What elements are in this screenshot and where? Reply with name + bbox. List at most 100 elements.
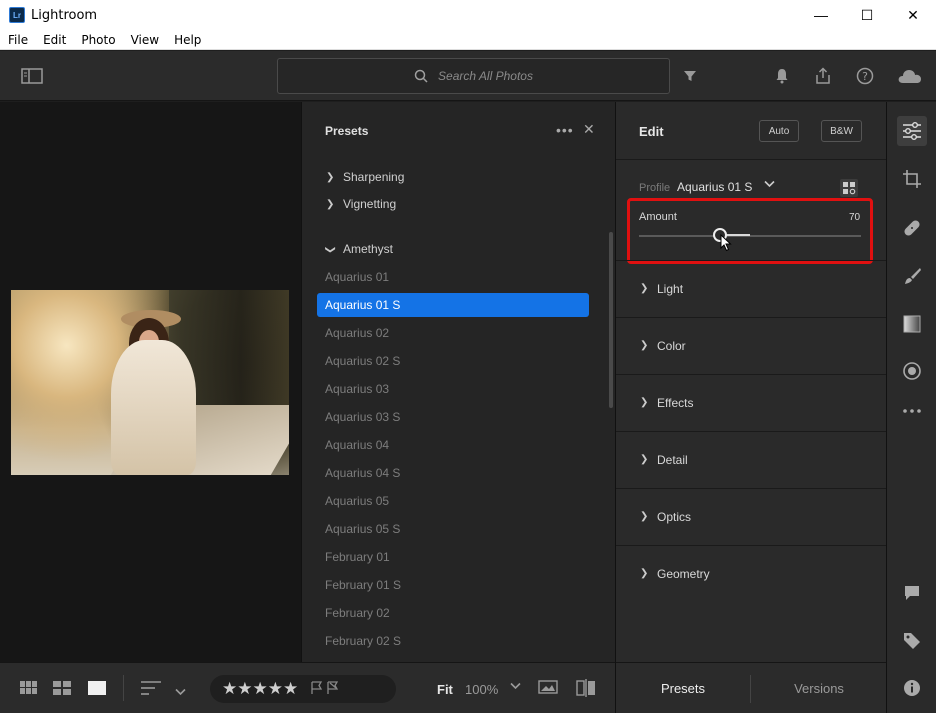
search-icon	[414, 69, 428, 83]
comment-icon[interactable]	[897, 578, 927, 608]
title-bar: Lr Lightroom — ☐ ✕	[0, 0, 936, 30]
crop-icon[interactable]	[897, 164, 927, 194]
linear-gradient-icon[interactable]	[897, 309, 927, 339]
maximize-button[interactable]: ☐	[844, 0, 890, 30]
detail-view-icon[interactable]	[88, 681, 106, 698]
photo-preview[interactable]	[11, 290, 289, 475]
share-icon[interactable]	[813, 66, 833, 86]
chevron-down-icon: ❯	[324, 245, 336, 254]
filter-icon[interactable]	[681, 67, 699, 85]
section-geometry[interactable]: ❯ Geometry	[616, 545, 887, 602]
sort-icon[interactable]	[141, 681, 161, 698]
tool-strip	[886, 102, 936, 713]
chevron-down-icon[interactable]	[175, 685, 186, 699]
chevron-right-icon: ❯	[326, 198, 335, 210]
mouse-cursor-icon	[720, 233, 732, 255]
help-icon[interactable]: ?	[855, 66, 875, 86]
brush-icon[interactable]	[897, 261, 927, 291]
preset-group-sharpening[interactable]: ❯ Sharpening	[326, 170, 404, 184]
presets-title: Presets	[325, 124, 369, 138]
tab-versions[interactable]: Versions	[751, 663, 887, 713]
preset-item[interactable]: Aquarius 05	[325, 494, 389, 508]
menu-view[interactable]: View	[123, 33, 166, 47]
radial-gradient-icon[interactable]	[897, 356, 927, 386]
close-window-button[interactable]: ✕	[890, 0, 936, 30]
preset-item[interactable]: Aquarius 02 S	[325, 354, 400, 368]
profile-browser-icon[interactable]	[840, 179, 858, 197]
preset-group-vignetting[interactable]: ❯ Vignetting	[326, 197, 396, 211]
bottom-toolbar: ★★★★★ Fit 100%	[0, 662, 615, 713]
preset-item[interactable]: Aquarius 03 S	[325, 410, 400, 424]
healing-icon[interactable]	[897, 213, 927, 243]
profile-label: Profile	[639, 182, 671, 194]
menu-bar: File Edit Photo View Help	[0, 30, 936, 50]
info-icon[interactable]	[897, 673, 927, 703]
square-grid-icon[interactable]	[53, 681, 71, 698]
window-title: Lightroom	[31, 7, 98, 23]
stars-icon[interactable]: ★★★★★	[222, 679, 298, 699]
search-input[interactable]: Search All Photos	[277, 58, 670, 94]
more-options-icon[interactable]: •••	[556, 122, 574, 138]
preset-item[interactable]: February 02 S	[325, 634, 401, 648]
preset-item-selected[interactable]: Aquarius 01 S	[317, 293, 589, 317]
preset-item[interactable]: Aquarius 01	[325, 270, 389, 284]
preset-item[interactable]: Aquarius 02	[325, 326, 389, 340]
edit-title: Edit	[639, 124, 664, 139]
amount-highlight-box	[627, 198, 873, 264]
preset-item[interactable]: February 02	[325, 606, 390, 620]
section-color[interactable]: ❯ Color	[616, 317, 887, 374]
chevron-right-icon: ❯	[640, 454, 649, 465]
menu-file[interactable]: File	[0, 33, 35, 47]
top-toolbar: Search All Photos ?	[0, 51, 936, 101]
section-detail[interactable]: ❯ Detail	[616, 431, 887, 488]
compare-icon[interactable]	[538, 679, 558, 698]
chevron-right-icon: ❯	[640, 397, 649, 408]
lightroom-logo-icon: Lr	[9, 7, 25, 23]
preset-group-amethyst[interactable]: ❯ Amethyst	[324, 242, 394, 256]
edit-sliders-icon[interactable]	[897, 116, 927, 146]
search-placeholder: Search All Photos	[438, 69, 533, 83]
cloud-icon[interactable]	[896, 66, 924, 86]
fit-zoom-button[interactable]: Fit	[437, 682, 453, 697]
sidebar-toggle-icon[interactable]	[20, 66, 44, 86]
photo-canvas	[0, 102, 301, 662]
amount-value: 70	[849, 212, 861, 223]
flag-icons[interactable]	[310, 680, 340, 698]
preset-item[interactable]: February 01 S	[325, 578, 401, 592]
panel-tabs: Presets Versions	[615, 662, 886, 713]
menu-photo[interactable]: Photo	[73, 33, 122, 47]
section-light[interactable]: ❯ Light	[616, 260, 887, 317]
divider	[616, 159, 887, 160]
zoom-100-button[interactable]: 100%	[465, 682, 498, 697]
minimize-button[interactable]: —	[798, 0, 844, 30]
preset-item[interactable]: Aquarius 04 S	[325, 466, 400, 480]
chevron-down-icon[interactable]	[510, 682, 521, 693]
amount-slider-track[interactable]	[639, 235, 861, 237]
preset-item[interactable]: February 01	[325, 550, 390, 564]
menu-edit[interactable]: Edit	[35, 33, 73, 47]
auto-button[interactable]: Auto	[759, 120, 799, 142]
divider	[123, 675, 125, 704]
preset-item[interactable]: Aquarius 04	[325, 438, 389, 452]
bw-button[interactable]: B&W	[821, 120, 862, 142]
amount-label: Amount	[639, 211, 677, 223]
tab-presets[interactable]: Presets	[616, 663, 750, 713]
more-tools-icon[interactable]	[897, 396, 927, 426]
chevron-right-icon: ❯	[640, 340, 649, 351]
preset-item[interactable]: Aquarius 05 S	[325, 522, 400, 536]
profile-dropdown[interactable]: Aquarius 01 S	[677, 180, 752, 194]
menu-help[interactable]: Help	[166, 33, 208, 47]
star-rating[interactable]: ★★★★★	[210, 675, 396, 703]
grid-view-icon[interactable]	[20, 681, 38, 698]
section-optics[interactable]: ❯ Optics	[616, 488, 887, 545]
chevron-right-icon: ❯	[640, 511, 649, 522]
preset-item[interactable]: Aquarius 03	[325, 382, 389, 396]
presets-scrollbar[interactable]	[609, 232, 613, 408]
tag-icon[interactable]	[897, 626, 927, 656]
close-presets-icon[interactable]: ✕	[583, 121, 595, 138]
before-after-icon[interactable]	[576, 679, 596, 700]
chevron-down-icon[interactable]	[764, 179, 775, 191]
bell-icon[interactable]	[773, 67, 791, 85]
chevron-right-icon: ❯	[640, 283, 649, 294]
section-effects[interactable]: ❯ Effects	[616, 374, 887, 431]
